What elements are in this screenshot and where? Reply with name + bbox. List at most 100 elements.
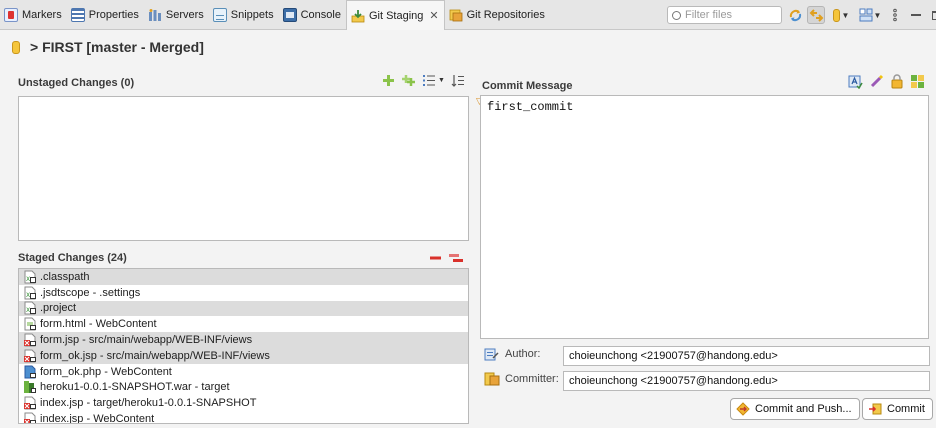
staged-file-row[interactable]: index.jsp - target/heroku1-0.0.1-SNAPSHO… xyxy=(19,395,468,411)
repository-icon xyxy=(12,40,20,54)
staged-file-name: form.jsp - src/main/webapp/WEB-INF/views xyxy=(40,334,253,347)
author-icon xyxy=(484,348,499,361)
repository-title: > FIRST [master - Merged] xyxy=(30,39,204,55)
git-staging-icon xyxy=(351,9,365,23)
commit-message-input[interactable]: first_commit xyxy=(481,96,928,338)
committer-field[interactable] xyxy=(563,371,930,391)
xml-file-icon: X xyxy=(23,270,37,284)
committer-label-text: Committer: xyxy=(505,373,559,385)
unstaged-changes-title: Unstaged Changes (0) xyxy=(18,77,135,89)
chevron-down-icon[interactable]: ▼ xyxy=(438,77,445,84)
stage-all-icon[interactable] xyxy=(401,74,416,87)
staged-file-row[interactable]: form.html - WebContent xyxy=(19,316,468,332)
unstage-all-icon[interactable] xyxy=(448,253,464,263)
author-label: Author: xyxy=(484,347,540,361)
staged-toolbar xyxy=(429,253,464,263)
filter-files-field[interactable] xyxy=(667,6,782,24)
svg-text:X: X xyxy=(26,307,30,314)
staged-file-name: heroku1-0.0.1-SNAPSHOT.war - target xyxy=(40,381,230,394)
filter-files-input[interactable] xyxy=(685,9,777,21)
tab-markers[interactable]: Markers xyxy=(0,1,67,29)
commit-icon xyxy=(869,403,882,415)
tab-label: Snippets xyxy=(230,8,274,21)
amend-previous-commit-icon[interactable] xyxy=(869,74,884,89)
unstage-selected-icon[interactable] xyxy=(429,253,442,263)
tab-servers[interactable]: Servers xyxy=(144,1,209,29)
commit-and-push-icon xyxy=(736,402,750,416)
staged-file-name: .classpath xyxy=(40,270,90,283)
add-signed-off-by-icon[interactable] xyxy=(890,74,904,89)
properties-icon xyxy=(70,7,85,22)
repository-dropdown-icon[interactable]: ▼ xyxy=(828,6,854,24)
unstaged-toolbar: ▼ xyxy=(382,74,465,87)
staged-file-name: form.html - WebContent xyxy=(40,318,157,331)
tab-label: Properties xyxy=(88,8,139,21)
staged-file-row[interactable]: form_ok.jsp - src/main/webapp/WEB-INF/vi… xyxy=(19,347,468,364)
close-icon[interactable]: ✕ xyxy=(429,9,438,22)
list-presentation-icon[interactable] xyxy=(422,74,436,87)
tab-console[interactable]: Console xyxy=(279,1,346,29)
jsp-file-icon xyxy=(23,349,37,363)
staged-changes-list[interactable]: X .classpath X .jsdtscope - .settings X .proj… xyxy=(18,268,469,424)
staged-changes-title: Staged Changes (24) xyxy=(18,252,127,264)
staged-file-row[interactable]: X .classpath xyxy=(19,269,468,285)
search-icon xyxy=(672,10,681,20)
stage-selected-icon[interactable] xyxy=(382,74,395,87)
tab-label: Git Repositories xyxy=(466,8,545,21)
commit-message-title: Commit Message xyxy=(482,80,573,92)
snippets-icon xyxy=(212,7,227,22)
xml-file-icon: X xyxy=(23,286,37,300)
maximize-icon[interactable] xyxy=(928,6,936,24)
staged-file-row[interactable]: form.jsp - src/main/webapp/WEB-INF/views xyxy=(19,332,468,348)
git-repositories-icon xyxy=(449,8,463,22)
link-with-selection-icon[interactable] xyxy=(807,6,825,24)
author-field[interactable] xyxy=(563,346,930,366)
servers-icon xyxy=(148,8,162,22)
repository-header: > FIRST [master - Merged] xyxy=(0,30,936,64)
xml-file-icon: X xyxy=(23,301,37,315)
commit-and-push-button[interactable]: Commit and Push... xyxy=(730,398,860,420)
staged-file-name: form_ok.jsp - src/main/webapp/WEB-INF/vi… xyxy=(40,349,270,362)
tab-label: Markers xyxy=(22,8,62,21)
commit-message-editor[interactable]: first_commit xyxy=(480,95,929,339)
html-file-icon xyxy=(23,317,37,331)
staged-file-name: index.jsp - WebContent xyxy=(40,413,155,424)
staged-file-row[interactable]: index.jsp - WebContent xyxy=(19,411,468,424)
view-toolbar: ▼ ▼ xyxy=(786,6,936,24)
committer-input[interactable] xyxy=(569,375,929,387)
tab-snippets[interactable]: Snippets xyxy=(209,1,279,29)
jsp-file-icon xyxy=(23,396,37,410)
tab-label: Console xyxy=(300,8,341,21)
commit-button[interactable]: Commit xyxy=(862,398,933,420)
staged-file-row[interactable]: X .jsdtscope - .settings xyxy=(19,285,468,301)
commit-label: Commit xyxy=(887,403,925,415)
war-file-icon xyxy=(23,380,37,394)
unstaged-changes-list[interactable] xyxy=(18,96,469,241)
tab-properties[interactable]: Properties xyxy=(67,1,144,29)
author-input[interactable] xyxy=(569,350,929,362)
spell-check-icon[interactable] xyxy=(848,74,863,89)
staged-file-row[interactable]: heroku1-0.0.1-SNAPSHOT.war - target xyxy=(19,380,468,396)
add-change-id-icon[interactable] xyxy=(910,74,925,89)
tab-git-repositories[interactable]: Git Repositories xyxy=(445,1,550,29)
staged-file-name: index.jsp - target/heroku1-0.0.1-SNAPSHO… xyxy=(40,397,257,410)
committer-label: Committer: xyxy=(484,372,559,386)
committer-icon xyxy=(484,372,500,386)
sort-icon[interactable] xyxy=(451,74,465,87)
jsp-file-icon xyxy=(23,333,37,347)
commit-message-toolbar xyxy=(848,74,925,89)
php-file-icon xyxy=(23,365,37,379)
svg-text:X: X xyxy=(26,276,30,283)
markers-icon xyxy=(4,7,18,22)
view-menu-icon[interactable] xyxy=(886,6,904,24)
minimize-icon[interactable] xyxy=(907,6,925,24)
presentation-layout-icon[interactable]: ▼ xyxy=(857,6,883,24)
jsp-file-icon xyxy=(23,412,37,423)
view-tab-bar: Markers Properties Servers Snippets Cons… xyxy=(0,0,936,30)
svg-text:X: X xyxy=(26,292,30,299)
tab-git-staging[interactable]: Git Staging ✕ xyxy=(345,0,445,30)
refresh-icon[interactable] xyxy=(786,6,804,24)
staged-file-row[interactable]: form_ok.php - WebContent xyxy=(19,364,468,380)
staged-file-name: .project xyxy=(40,302,77,315)
staged-file-row[interactable]: X .project xyxy=(19,300,468,317)
